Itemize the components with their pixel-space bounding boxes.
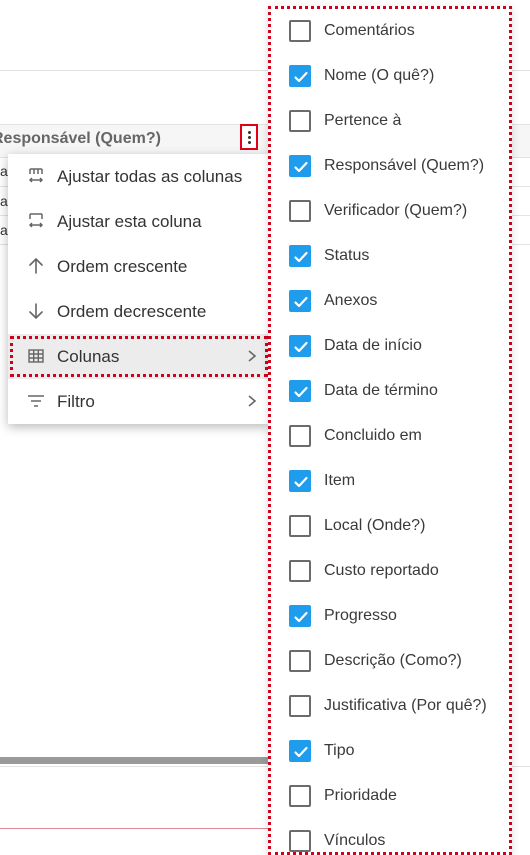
column-checkbox[interactable] bbox=[289, 785, 311, 807]
menu-item-columns[interactable]: Colunas bbox=[8, 334, 270, 379]
column-toggle-item[interactable]: Pertence à bbox=[271, 99, 509, 144]
column-label: Comentários bbox=[324, 22, 415, 39]
horizontal-scrollbar[interactable] bbox=[0, 757, 270, 764]
column-toggle-item[interactable]: Data de término bbox=[271, 369, 509, 414]
menu-item-sort-ascending[interactable]: Ordem crescente bbox=[8, 244, 270, 289]
column-label: Pertence à bbox=[324, 112, 402, 129]
column-toggle-item[interactable]: Justificativa (Por quê?) bbox=[271, 684, 509, 729]
column-toggle-item[interactable]: Status bbox=[271, 234, 509, 279]
column-checkbox[interactable] bbox=[289, 830, 311, 852]
column-checkbox[interactable] bbox=[289, 65, 311, 87]
column-toggle-item[interactable]: Anexos bbox=[271, 279, 509, 324]
menu-item-label: Ordem crescente bbox=[57, 257, 188, 276]
column-label: Status bbox=[324, 247, 370, 264]
chevron-right-icon bbox=[246, 394, 258, 408]
column-menu-button[interactable] bbox=[240, 124, 258, 150]
column-toggle-item[interactable]: Responsável (Quem?) bbox=[271, 144, 509, 189]
menu-item-label: Ajustar esta coluna bbox=[57, 212, 202, 231]
column-checkbox[interactable] bbox=[289, 425, 311, 447]
column-label: Custo reportado bbox=[324, 562, 439, 579]
menu-item-label: Colunas bbox=[57, 347, 120, 366]
column-label: Local (Onde?) bbox=[324, 517, 426, 534]
chevron-right-icon bbox=[246, 349, 258, 363]
column-checkbox[interactable] bbox=[289, 110, 311, 132]
column-checkbox[interactable] bbox=[289, 290, 311, 312]
column-checkbox[interactable] bbox=[289, 200, 311, 222]
column-label: Prioridade bbox=[324, 787, 397, 804]
kebab-dot bbox=[248, 131, 251, 134]
column-label: Anexos bbox=[324, 292, 378, 309]
column-checkbox[interactable] bbox=[289, 695, 311, 717]
columns-submenu: Comentários Nome (O quê?) Pertence à Respon… bbox=[268, 6, 512, 855]
column-checkbox[interactable] bbox=[289, 515, 311, 537]
menu-item-autosize-all[interactable]: Ajustar todas as colunas bbox=[8, 154, 270, 199]
column-label: Responsável (Quem?) bbox=[324, 157, 485, 174]
column-toggle-item[interactable]: Verificador (Quem?) bbox=[271, 189, 509, 234]
column-toggle-item[interactable]: Nome (O quê?) bbox=[271, 54, 509, 99]
column-toggle-item[interactable]: Comentários bbox=[271, 9, 509, 54]
column-toggle-item[interactable]: Data de início bbox=[271, 324, 509, 369]
column-label: Verificador (Quem?) bbox=[324, 202, 468, 219]
column-label: Descrição (Como?) bbox=[324, 652, 462, 669]
column-label: Item bbox=[324, 472, 356, 489]
column-label: Data de início bbox=[324, 337, 422, 354]
arrow-down-icon bbox=[26, 301, 46, 321]
kebab-dot bbox=[248, 141, 251, 144]
column-toggle-item[interactable]: Descrição (Como?) bbox=[271, 639, 509, 684]
column-checkbox[interactable] bbox=[289, 650, 311, 672]
column-toggle-item[interactable]: Local (Onde?) bbox=[271, 504, 509, 549]
columns-grid-icon bbox=[26, 346, 46, 366]
column-checkbox[interactable] bbox=[289, 245, 311, 267]
column-context-menu: Ajustar todas as colunas Ajustar esta co… bbox=[8, 154, 270, 424]
menu-item-sort-descending[interactable]: Ordem decrescente bbox=[8, 289, 270, 334]
column-label: Justificativa (Por quê?) bbox=[324, 697, 487, 714]
column-checkbox[interactable] bbox=[289, 155, 311, 177]
kebab-dot bbox=[248, 136, 251, 139]
column-toggle-item[interactable]: Item bbox=[271, 459, 509, 504]
menu-item-label: Ordem decrescente bbox=[57, 302, 207, 321]
column-label: Progresso bbox=[324, 607, 397, 624]
column-checkbox[interactable] bbox=[289, 380, 311, 402]
column-toggle-item[interactable]: Vínculos bbox=[271, 819, 509, 852]
row-cell-stub[interactable]: a bbox=[0, 222, 8, 238]
column-label: Data de término bbox=[324, 382, 438, 399]
menu-item-label: Filtro bbox=[57, 392, 95, 411]
arrow-up-icon bbox=[26, 256, 46, 276]
column-checkbox[interactable] bbox=[289, 20, 311, 42]
column-toggle-item[interactable]: Concluido em bbox=[271, 414, 509, 459]
column-checkbox[interactable] bbox=[289, 560, 311, 582]
menu-item-label: Ajustar todas as colunas bbox=[57, 167, 243, 186]
column-checkbox[interactable] bbox=[289, 740, 311, 762]
column-label: Nome (O quê?) bbox=[324, 67, 435, 84]
footer-accent-line bbox=[0, 828, 270, 829]
column-checkbox[interactable] bbox=[289, 335, 311, 357]
autosize-column-icon bbox=[26, 211, 46, 231]
column-label: Tipo bbox=[324, 742, 355, 759]
column-toggle-item[interactable]: Custo reportado bbox=[271, 549, 509, 594]
column-header-label[interactable]: Responsável (Quem?) bbox=[0, 130, 161, 148]
column-toggle-item[interactable]: Prioridade bbox=[271, 774, 509, 819]
column-toggle-item[interactable]: Tipo bbox=[271, 729, 509, 774]
menu-item-filter[interactable]: Filtro bbox=[8, 379, 270, 424]
filter-icon bbox=[26, 391, 46, 411]
autosize-all-icon bbox=[26, 166, 46, 186]
row-cell-stub[interactable]: a bbox=[0, 163, 8, 179]
column-toggle-item[interactable]: Progresso bbox=[271, 594, 509, 639]
column-label: Concluido em bbox=[324, 427, 422, 444]
column-checkbox[interactable] bbox=[289, 605, 311, 627]
column-label: Vínculos bbox=[324, 832, 386, 849]
menu-item-autosize-column[interactable]: Ajustar esta coluna bbox=[8, 199, 270, 244]
column-checkbox[interactable] bbox=[289, 470, 311, 492]
row-cell-stub[interactable]: a bbox=[0, 193, 8, 209]
